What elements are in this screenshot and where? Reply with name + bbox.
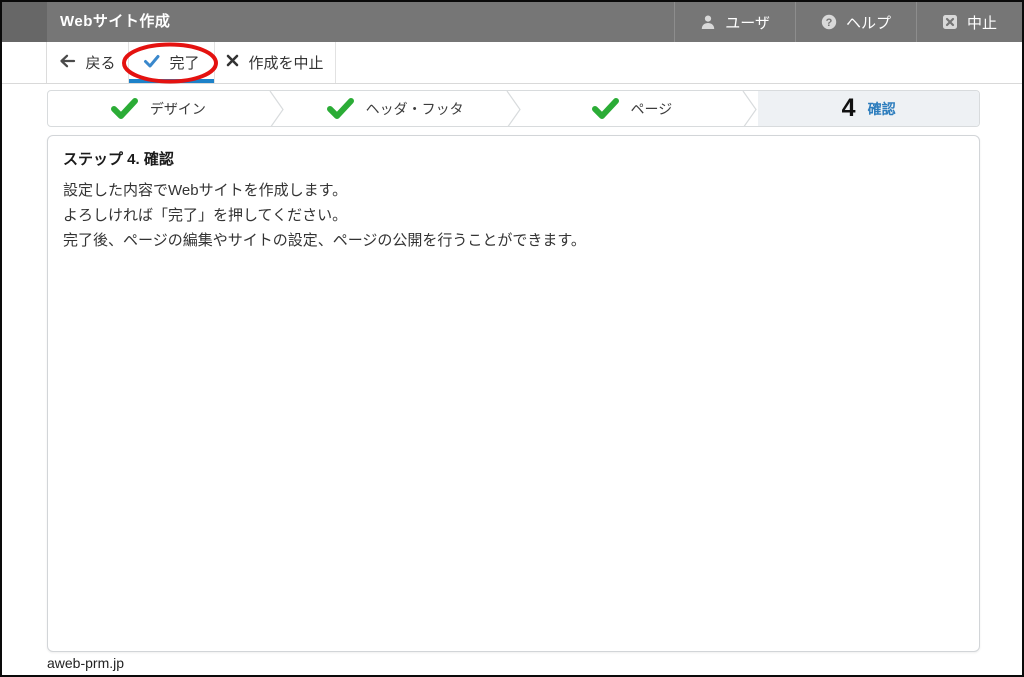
header-actions: ユーザ ? ヘルプ 中止 (674, 2, 1022, 42)
step-confirm-label: 確認 (868, 99, 896, 119)
cancel-creation-button[interactable]: 作成を中止 (215, 42, 336, 83)
step-done-check-icon (592, 98, 619, 119)
wizard-step-bar: デザイン ヘッダ・フッタ ページ 4 確認 (47, 90, 980, 127)
instruction-line: よろしければ「完了」を押してください。 (63, 203, 964, 228)
user-button[interactable]: ユーザ (674, 2, 795, 42)
wizard-toolbar: 戻る 完了 作成を中止 (2, 42, 1022, 84)
back-arrow-icon (59, 53, 76, 73)
svg-text:?: ? (826, 17, 833, 29)
toolbar-left-pad (2, 42, 47, 83)
cancel-creation-label: 作成を中止 (248, 52, 323, 73)
help-button[interactable]: ? ヘルプ (795, 2, 916, 42)
done-button[interactable]: 完了 (129, 42, 215, 83)
instruction-line: 設定した内容でWebサイトを作成します。 (63, 178, 964, 203)
step-design: デザイン (48, 91, 269, 126)
header-corner-block (2, 2, 47, 42)
back-button[interactable]: 戻る (47, 42, 129, 83)
step-separator-chevron-icon (742, 91, 758, 126)
step-header-footer-label: ヘッダ・フッタ (366, 99, 464, 119)
step-done-check-icon (111, 98, 138, 119)
header-spacer (170, 2, 674, 42)
abort-button-label: 中止 (967, 12, 997, 33)
app-title: Webサイト作成 (47, 2, 170, 42)
user-button-label: ユーザ (725, 12, 770, 33)
instruction-line: 完了後、ページの編集やサイトの設定、ページの公開を行うことができます。 (63, 228, 964, 253)
help-button-label: ヘルプ (846, 12, 891, 33)
domain-status-text: aweb-prm.jp (47, 655, 124, 671)
step-done-check-icon (327, 98, 354, 119)
step-pages-label: ページ (631, 99, 673, 119)
step-design-label: デザイン (150, 99, 206, 119)
back-button-label: 戻る (85, 52, 115, 73)
abort-button[interactable]: 中止 (916, 2, 1022, 42)
app-header: Webサイト作成 ユーザ ? ヘルプ (2, 2, 1022, 42)
abort-icon (942, 14, 958, 30)
user-icon (700, 14, 716, 30)
step-separator-chevron-icon (269, 91, 285, 126)
step-heading: ステップ 4. 確認 (63, 148, 964, 169)
done-button-label: 完了 (169, 52, 199, 73)
website-creation-wizard: { "header": { "title": "Webサイト作成", "acti… (0, 0, 1024, 677)
step-confirm-number: 4 (842, 96, 856, 121)
step-pages: ページ (522, 91, 743, 126)
cancel-x-icon (226, 54, 239, 71)
step-header-footer: ヘッダ・フッタ (285, 91, 506, 126)
help-icon: ? (821, 14, 837, 30)
confirmation-panel: ステップ 4. 確認 設定した内容でWebサイトを作成します。 よろしければ「完… (47, 135, 980, 652)
done-check-icon (143, 53, 160, 73)
step-confirm: 4 確認 (758, 91, 979, 126)
step-separator-chevron-icon (506, 91, 522, 126)
